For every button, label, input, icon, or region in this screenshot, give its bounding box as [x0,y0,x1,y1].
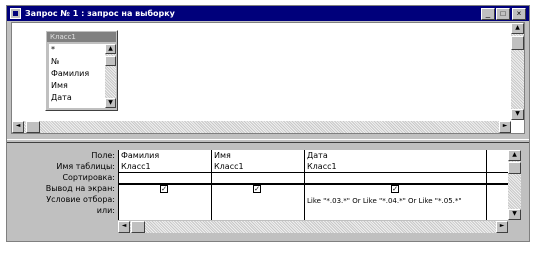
scroll-right-icon[interactable]: ► [499,121,511,133]
grid-horizontal-scrollbar[interactable] [118,221,508,233]
sort-cell[interactable] [119,173,210,183]
criteria-cell[interactable] [212,196,303,206]
scroll-thumb[interactable] [508,162,521,174]
criteria-cell[interactable]: Like "*.03.*" Or Like "*.04.*" Or Like "… [305,196,485,206]
scroll-down-icon[interactable]: ▼ [508,209,521,220]
maximize-button[interactable]: □ [496,8,510,20]
minimize-button[interactable]: _ [481,8,495,20]
scroll-thumb[interactable] [105,56,116,66]
scroll-right-icon[interactable]: ► [496,221,508,233]
table-cell[interactable]: Класс1 [305,162,485,172]
row-label-table: Имя таблицы: [56,162,115,171]
field-item[interactable]: Имя [51,81,68,91]
scroll-thumb[interactable] [131,221,145,233]
column-divider [486,150,487,220]
row-labels: Поле: Имя таблицы: Сортировка: Вывод на … [12,151,115,221]
row-label-show: Вывод на экран: [45,184,115,193]
scroll-down-icon[interactable]: ▼ [105,98,116,108]
field-cell[interactable]: Имя [212,151,303,161]
scroll-left-icon[interactable]: ◄ [118,221,130,233]
field-cell[interactable]: Фамилия [119,151,210,161]
query-icon [10,8,21,19]
field-list: * № Фамилия Имя Дата [49,44,105,108]
field-item[interactable]: № [51,57,59,67]
criteria-cell[interactable] [119,196,210,206]
field-item[interactable]: Дата [51,93,72,103]
scroll-up-icon[interactable]: ▲ [508,150,521,161]
show-checkbox[interactable]: ✓ [253,185,261,193]
field-list-title[interactable]: Класс1 [47,32,116,42]
scroll-thumb[interactable] [511,36,524,50]
scroll-thumb[interactable] [26,121,40,133]
row-label-field: Поле: [91,151,115,160]
row-divider [118,183,508,185]
show-checkbox[interactable]: ✓ [391,185,399,193]
close-button[interactable]: × [512,8,526,20]
show-checkbox[interactable]: ✓ [160,185,168,193]
row-label-or: или: [96,206,115,215]
window-title: Запрос № 1 : запрос на выборку [25,9,175,18]
upper-horizontal-scrollbar[interactable] [12,121,511,133]
scroll-left-icon[interactable]: ◄ [12,121,24,133]
field-item[interactable]: * [51,45,55,55]
table-cell[interactable]: Класс1 [212,162,303,172]
pane-splitter[interactable] [7,139,529,143]
sort-cell[interactable] [212,173,303,183]
field-cell[interactable]: Дата [305,151,485,161]
sort-cell[interactable] [305,173,485,183]
table-cell[interactable]: Класс1 [119,162,210,172]
scroll-up-icon[interactable]: ▲ [105,44,116,54]
scroll-down-icon[interactable]: ▼ [511,109,524,120]
row-label-criteria: Условие отбора: [46,195,115,204]
scroll-up-icon[interactable]: ▲ [511,23,524,34]
field-item[interactable]: Фамилия [51,69,89,79]
row-label-sort: Сортировка: [62,173,115,182]
